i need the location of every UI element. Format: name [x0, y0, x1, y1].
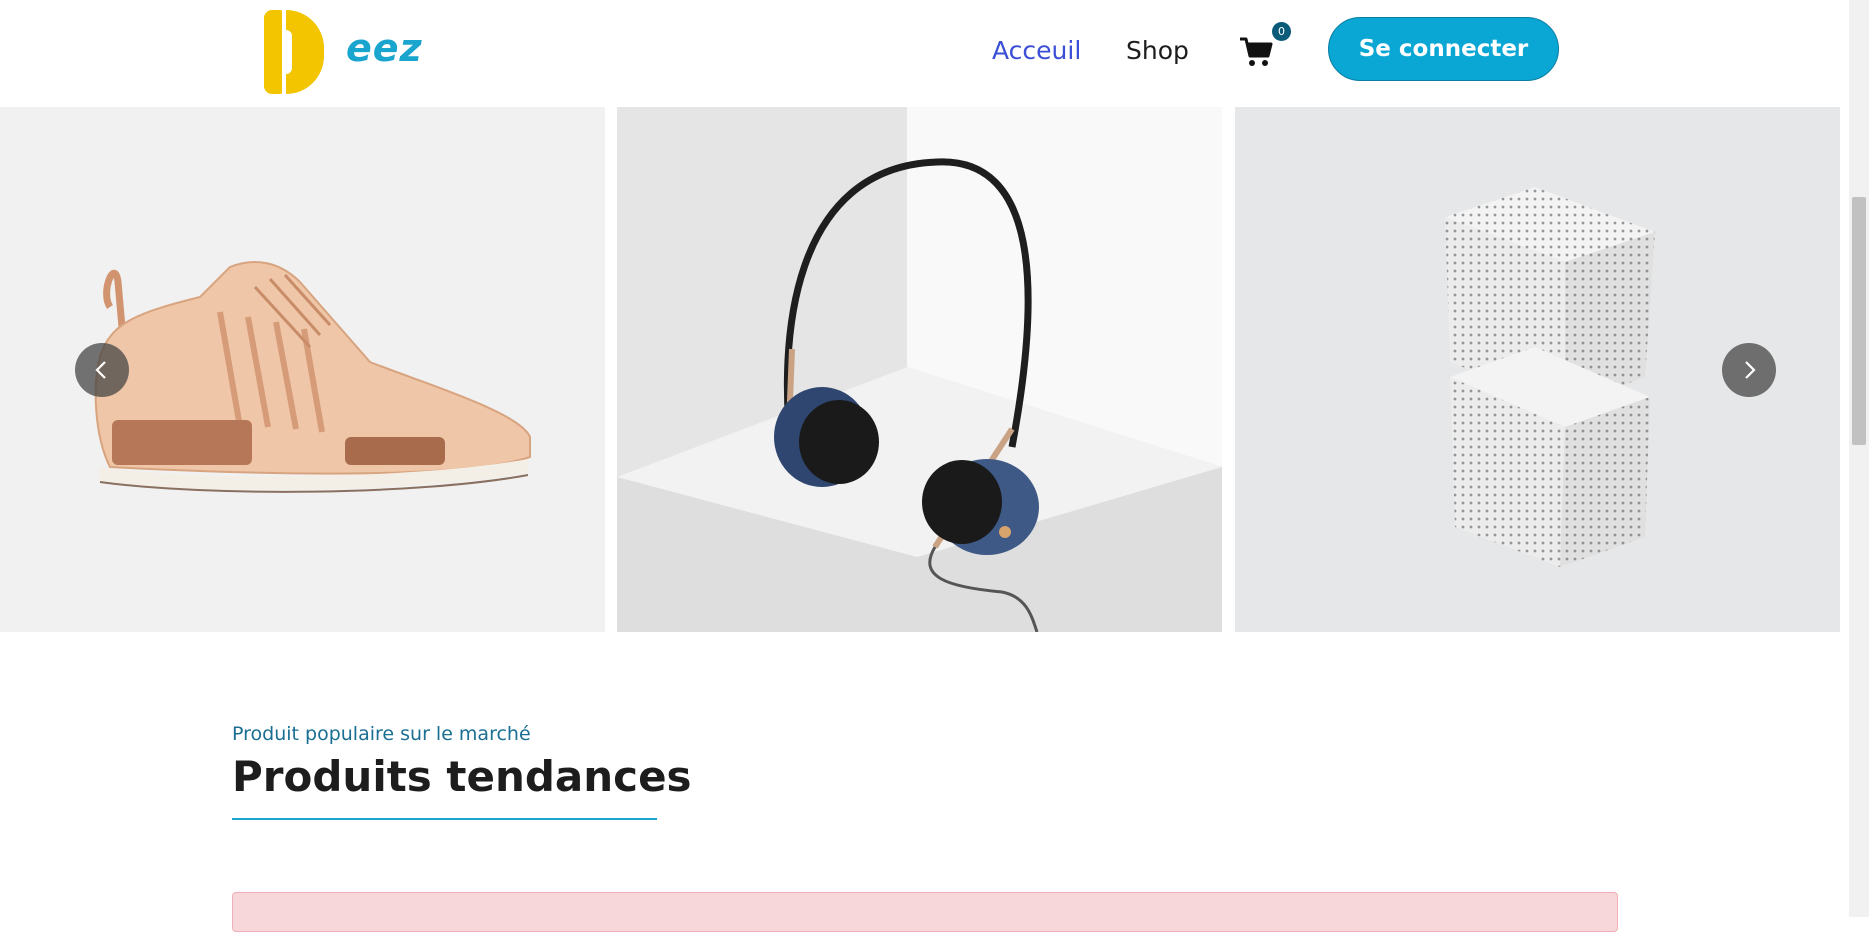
site-header: eez Acceuil Shop 0 Se connecter	[0, 0, 1849, 106]
carousel-next-button[interactable]	[1722, 343, 1776, 397]
section-subtitle: Produit populaire sur le marché	[232, 723, 531, 745]
headphones-image	[617, 107, 1222, 632]
nav-link-accueil[interactable]: Acceuil	[992, 36, 1081, 65]
carousel-prev-button[interactable]	[75, 343, 129, 397]
alert-box	[232, 892, 1618, 932]
cart-count-badge: 0	[1272, 22, 1291, 41]
nav-link-shop[interactable]: Shop	[1126, 36, 1189, 65]
section-title: Produits tendances	[232, 752, 692, 801]
carousel-slide-headphones[interactable]	[617, 107, 1222, 632]
login-button[interactable]: Se connecter	[1328, 17, 1559, 81]
logo-d-stem	[264, 10, 282, 94]
chevron-left-icon	[95, 361, 106, 379]
logo-d-notch	[284, 30, 292, 74]
brand-logo[interactable]: eez	[262, 6, 422, 96]
cart-icon[interactable]	[1238, 34, 1274, 70]
product-carousel	[0, 107, 1849, 632]
scrollbar-thumb[interactable]	[1852, 197, 1866, 445]
section-title-underline	[232, 818, 657, 820]
page-scrollbar[interactable]	[1849, 0, 1869, 917]
logo-text: eez	[346, 26, 423, 70]
chevron-right-icon	[1745, 361, 1756, 379]
